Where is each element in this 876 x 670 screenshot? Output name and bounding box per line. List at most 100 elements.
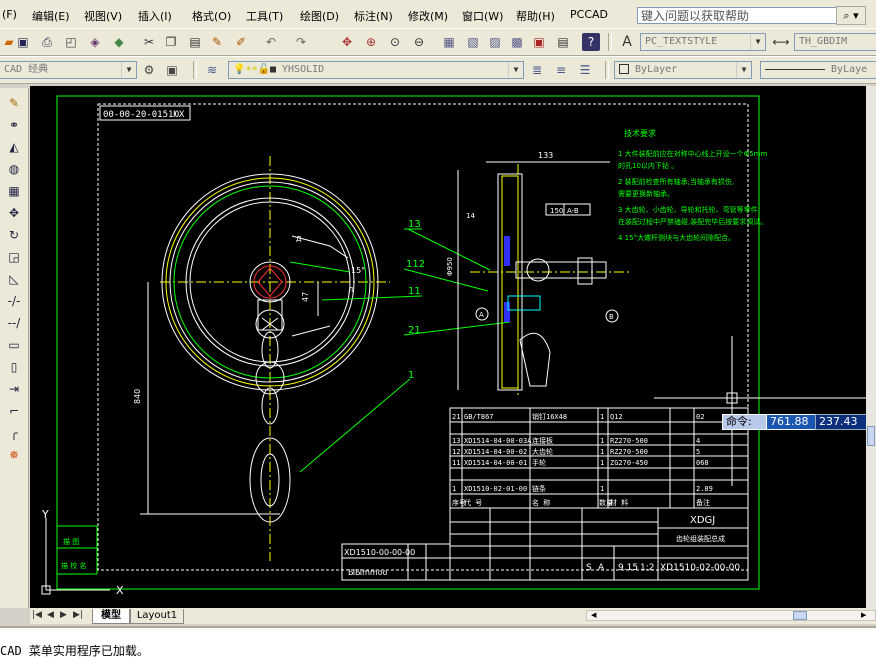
scale-icon[interactable]: ◲ [5,248,23,266]
bom-row-3-qty: 1 [600,448,604,456]
tab-model[interactable]: 模型 [92,609,130,624]
extend-icon[interactable]: --/ [5,314,23,332]
prev-tab-icon[interactable]: ◀ [47,610,54,620]
text-style-select[interactable]: PC_TEXTSTYLE ▼ [640,33,766,51]
tech-title: 技术要求 [624,128,656,138]
drawing-canvas[interactable]: 00-00-20-0151ЮX 47 15° Д Л 840 13 112 11… [30,86,866,608]
chamfer-icon[interactable]: ⌐ [5,402,23,420]
copy-object-icon[interactable]: ⚭ [5,116,23,134]
bom-row-3-note: 5 [696,448,700,456]
copy-icon[interactable]: ❐ [162,33,180,51]
layer-select[interactable]: 💡☀☀🔓■ YHSOLID ▼ [228,61,524,79]
next-tab-icon[interactable]: ▶ [60,610,67,620]
sheet-set-icon[interactable]: ▩ [508,33,526,51]
workspace-select[interactable]: CAD 经典 ▼ [0,61,137,79]
zoom-previous-icon[interactable]: ⊖ [410,33,428,51]
dim-15deg: 15° [351,266,365,275]
menu-window[interactable]: 窗口(W) [462,8,503,24]
layer-previous-icon[interactable]: ≡ [552,61,570,79]
offset-icon[interactable]: ◍ [5,160,23,178]
tech-note-7: 4 15°大螺杆侧块与大齿轮间隙配合。 [618,233,735,242]
calculator-icon[interactable]: ▤ [554,33,572,51]
tool-palettes-icon[interactable]: ▨ [486,33,504,51]
bom-row-3-mat: RZ270-500 [610,448,648,456]
horizontal-scrollbar[interactable]: ◀ ▶ [586,610,876,621]
command-line[interactable]: CAD 菜单实用程序已加载。 [0,626,876,670]
command-history: CAD 菜单实用程序已加载。 [0,644,149,658]
fillet-icon[interactable]: ╭ [5,424,23,442]
help-search-input[interactable]: 键入问题以获取帮助 [637,7,837,24]
text-style-icon: A [622,34,632,50]
dynamic-input-y[interactable]: 237.43 [815,414,868,430]
tab-layout1[interactable]: Layout1 [130,609,184,624]
redo-icon[interactable]: ↷ [292,33,310,51]
paste-icon[interactable]: ▤ [186,33,204,51]
join-icon[interactable]: ⇥ [5,380,23,398]
menu-pccad[interactable]: PCCAD [570,8,608,21]
menu-modify[interactable]: 修改(M) [408,8,448,24]
array-icon[interactable]: ▦ [5,182,23,200]
bom-row-1-no: 21 [452,413,460,421]
break-at-point-icon[interactable]: ▭ [5,336,23,354]
stage-mark-a: A [598,563,605,573]
make-layer-current-icon[interactable]: ≣ [528,61,546,79]
vertical-scrollbar[interactable] [866,86,876,608]
search-icon[interactable]: ⌕ ▾ [836,6,866,25]
bom-header-note: 备注 [696,498,710,507]
block-editor-icon[interactable]: ✐ [232,33,250,51]
pan-icon[interactable]: ✥ [338,33,356,51]
trim-icon[interactable]: -/- [5,292,23,310]
erase-icon[interactable]: ✎ [5,94,23,112]
publish-icon[interactable]: ◈ [86,33,104,51]
scroll-right-icon[interactable]: ▶ [861,611,873,620]
cut-icon[interactable]: ✂ [140,33,158,51]
menu-tools[interactable]: 工具(T) [246,8,283,24]
mirror-icon[interactable]: ◭ [5,138,23,156]
undo-icon[interactable]: ↶ [262,33,280,51]
save-icon[interactable]: ▣ [14,33,32,51]
scroll-left-icon[interactable]: ◀ [591,611,603,620]
rotate-icon[interactable]: ↻ [5,226,23,244]
break-icon[interactable]: ▯ [5,358,23,376]
horizontal-scroll-thumb[interactable] [793,611,807,620]
menu-format[interactable]: 格式(O) [192,8,231,24]
explode-icon[interactable]: ✵ [5,446,23,464]
menu-help[interactable]: 帮助(H) [516,8,555,24]
plot-icon[interactable]: ◆ [110,33,128,51]
workspace-save-icon[interactable]: ▣ [163,61,181,79]
last-tab-icon[interactable]: ▶| [73,610,83,620]
layer-states-icon[interactable]: ☰ [576,61,594,79]
vertical-scroll-thumb[interactable] [867,426,875,446]
dim-style-select[interactable]: TH_GBDIM [794,33,876,51]
layer-manager-icon[interactable]: ≋ [203,61,221,79]
linetype-select[interactable]: ByLaye [760,61,876,79]
zoom-realtime-icon[interactable]: ⊕ [362,33,380,51]
side-label-box: 描 图 描 校 名 [56,525,98,575]
print-icon[interactable]: ⎙ [38,33,56,51]
stretch-icon[interactable]: ◺ [5,270,23,288]
title-block: XDGJ 齿轮组装配总成 XD1510-02-00-00 S A 9.15 1:… [449,507,749,581]
bom-row-4-code: XD1514-04-00-01 [464,459,527,467]
menu-edit[interactable]: 编辑(E) [32,8,70,24]
menu-file[interactable]: (F) [2,8,17,21]
help-icon[interactable]: ? [582,33,600,51]
menu-draw[interactable]: 绘图(D) [300,8,339,24]
preview-icon[interactable]: ◰ [62,33,80,51]
workspace-settings-icon[interactable]: ⚙ [140,61,158,79]
tech-note-4: 需要更换新轴承。 [618,189,674,198]
menu-dimension[interactable]: 标注(N) [354,8,393,24]
zoom-window-icon[interactable]: ⊙ [386,33,404,51]
design-center-icon[interactable]: ▧ [464,33,482,51]
properties-icon[interactable]: ▦ [440,33,458,51]
first-tab-icon[interactable]: |◀ [32,610,42,620]
menu-view[interactable]: 视图(V) [84,8,122,24]
menu-insert[interactable]: 插入(I) [138,8,172,24]
markup-icon[interactable]: ▣ [530,33,548,51]
ucs-icon: Y X [41,508,124,597]
match-properties-icon[interactable]: ✎ [208,33,226,51]
color-select[interactable]: ByLayer ▼ [614,61,752,79]
dynamic-input-x[interactable]: 761.88 [766,414,817,430]
stage-mark-s: S [586,563,592,573]
move-icon[interactable]: ✥ [5,204,23,222]
bom-row-4-mat: ZG270-450 [610,459,648,467]
